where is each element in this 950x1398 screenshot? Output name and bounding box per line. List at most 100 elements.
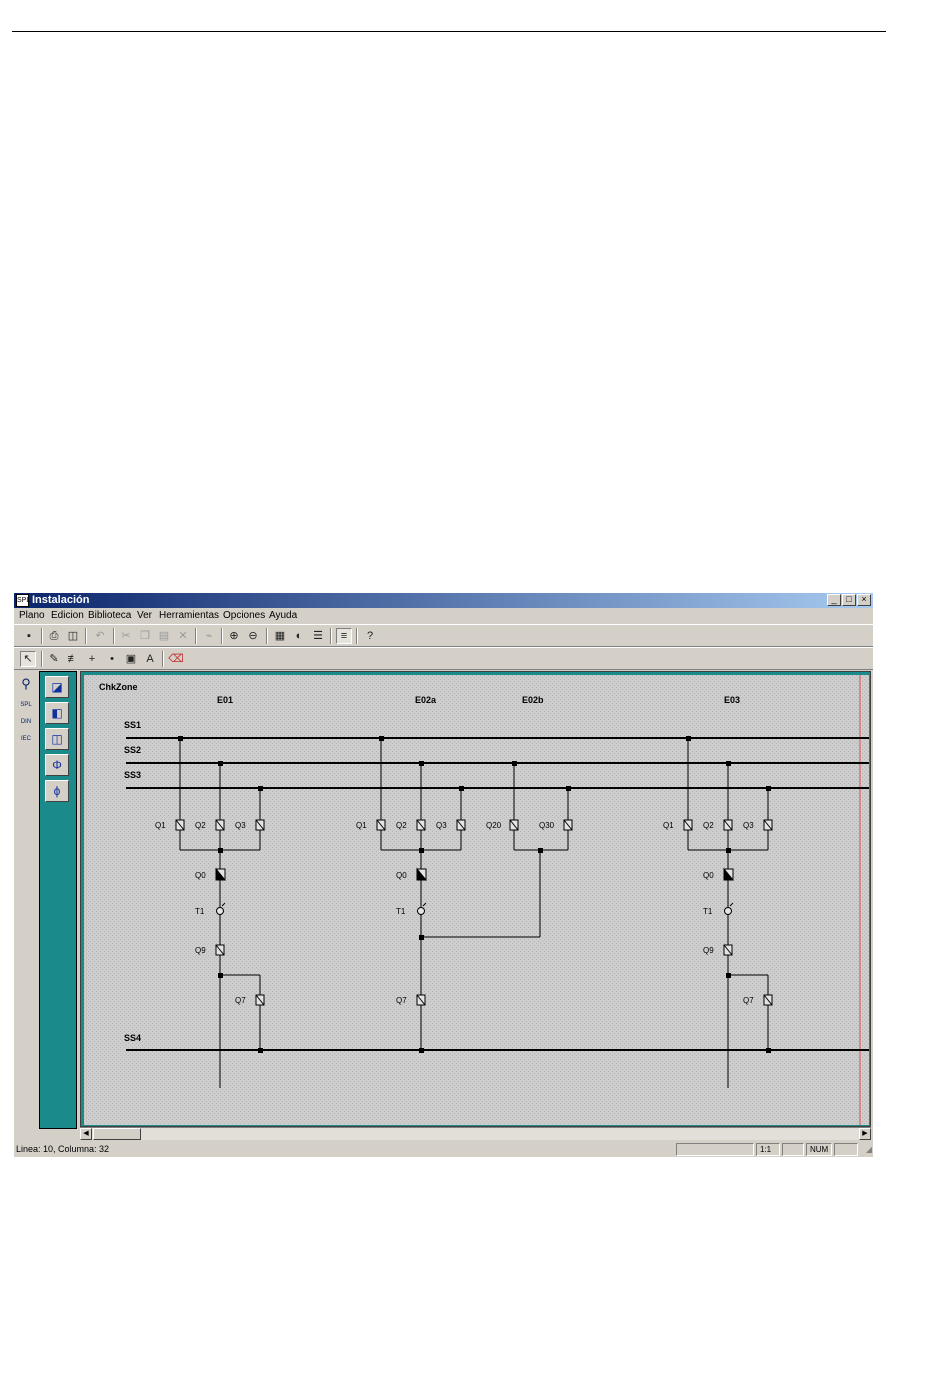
paste-icon[interactable]: ▤	[156, 628, 172, 644]
bay-tool-icon[interactable]: ◫	[45, 728, 69, 750]
left-tool-strip: ⚲ SPL DIN IEC	[14, 671, 38, 1127]
link-icon[interactable]: ⌁	[201, 628, 217, 644]
zoom-in-icon[interactable]: ⊕	[226, 628, 242, 644]
save-icon[interactable]: ▪	[21, 628, 37, 644]
node-icon[interactable]: •	[104, 651, 120, 667]
toolbar-separator	[356, 628, 358, 644]
label-e03-q7: Q7	[743, 996, 754, 1005]
horizontal-scrollbar[interactable]: ◀ ▶	[80, 1127, 871, 1140]
drawing-area-frame: ChkZone E01 E02a E02b E03 SS1 SS2 SS3 SS…	[80, 671, 871, 1127]
cut-icon[interactable]: ✂	[118, 628, 134, 644]
toolbar-separator	[221, 628, 223, 644]
toolbar-separator	[41, 651, 43, 667]
page-header-rule	[12, 31, 886, 32]
title-bar[interactable]: SPL Instalación _ □ ×	[14, 593, 873, 608]
disconnector-tool-icon[interactable]: ◧	[45, 702, 69, 724]
busbar-label-ss4: SS4	[124, 1033, 141, 1043]
scroll-thumb[interactable]	[93, 1128, 141, 1140]
menu-ayuda[interactable]: Ayuda	[269, 610, 297, 622]
cursor-position: Linea: 10, Columna: 32	[16, 1144, 110, 1154]
busbar-label-ss3: SS3	[124, 770, 141, 780]
ct-tool-icon[interactable]: ϕ	[45, 780, 69, 802]
drawing-canvas[interactable]: ChkZone E01 E02a E02b E03 SS1 SS2 SS3 SS…	[84, 675, 869, 1125]
label-e02a-t1: T1	[396, 907, 406, 916]
label-e01-q9: Q9	[195, 946, 206, 955]
toolbar-separator	[195, 628, 197, 644]
label-e03-t1: T1	[703, 907, 713, 916]
menu-herramientas[interactable]: Herramientas	[159, 610, 219, 622]
transformer-tool-icon[interactable]: Φ	[45, 754, 69, 776]
label-e02b-q20: Q20	[486, 821, 502, 830]
cross-icon[interactable]: +	[84, 651, 100, 667]
zoom-out-icon[interactable]: ⊖	[245, 628, 261, 644]
pointer-icon[interactable]: ↖	[20, 651, 36, 667]
layers-icon[interactable]: ☰	[310, 628, 326, 644]
standard-toolbar: ▪ ⎙ ◫ ↶ ✂ ❐ ▤ ✕ ⌁ ⊕ ⊖ ▦ ◐ ☰ ≡ ?	[14, 624, 873, 647]
menu-ver[interactable]: Ver	[137, 610, 152, 622]
label-e03-q0: Q0	[703, 871, 714, 880]
label-e01-q7: Q7	[235, 996, 246, 1005]
menu-biblioteca[interactable]: Biblioteca	[88, 610, 131, 622]
toolbar-separator	[162, 651, 164, 667]
properties-icon[interactable]: ≡	[336, 628, 352, 644]
text-icon[interactable]: A	[142, 651, 158, 667]
canvas-grid	[84, 675, 869, 1125]
din-icon[interactable]: DIN	[18, 714, 34, 730]
bay-label-e01: E01	[217, 695, 233, 705]
label-e02a-q7: Q7	[396, 996, 407, 1005]
zoom-level: 1:1	[756, 1143, 780, 1156]
label-e01-q3: Q3	[235, 821, 246, 830]
toolbar-separator	[330, 628, 332, 644]
label-e01-t1: T1	[195, 907, 205, 916]
delete-icon[interactable]: ✕	[175, 628, 191, 644]
iec-icon[interactable]: IEC	[18, 731, 34, 747]
label-e01-q1: Q1	[155, 821, 166, 830]
undo-icon[interactable]: ↶	[92, 628, 108, 644]
text-frame-icon[interactable]: ▣	[123, 651, 139, 667]
window-title: Instalación	[32, 594, 90, 606]
component-palette: ◪ ◧ ◫ Φ ϕ	[39, 671, 77, 1129]
print-icon[interactable]: ⎙	[46, 628, 62, 644]
toolbar-separator	[41, 628, 43, 644]
scroll-left-icon[interactable]: ◀	[80, 1128, 92, 1140]
status-pane-empty	[676, 1143, 754, 1156]
drawing-toolbar: ↖ ✎ ≢ + • ▣ A ⌫	[14, 647, 873, 670]
label-e01-q0: Q0	[195, 871, 206, 880]
print-preview-icon[interactable]: ◫	[65, 628, 81, 644]
menu-plano[interactable]: Plano	[19, 610, 45, 622]
minimize-button[interactable]: _	[827, 594, 841, 606]
scroll-right-icon[interactable]: ▶	[859, 1128, 871, 1140]
contrast-icon[interactable]: ◐	[291, 628, 307, 644]
maximize-button[interactable]: □	[842, 594, 856, 606]
help-icon[interactable]: ?	[362, 628, 378, 644]
eraser-icon[interactable]: ⌫	[168, 651, 184, 667]
spl-icon[interactable]: SPL	[18, 697, 34, 713]
breaker-tool-icon[interactable]: ◪	[45, 676, 69, 698]
zone-label: ChkZone	[99, 682, 138, 692]
label-e02a-q2: Q2	[396, 821, 407, 830]
pencil-icon[interactable]: ✎	[46, 651, 62, 667]
label-e02a-q1: Q1	[356, 821, 367, 830]
busbar-label-ss1: SS1	[124, 720, 141, 730]
calculator-icon[interactable]: ▦	[272, 628, 288, 644]
label-e03-q9: Q9	[703, 946, 714, 955]
toolbar-separator	[85, 628, 87, 644]
bay-label-e03: E03	[724, 695, 740, 705]
copy-icon[interactable]: ❐	[137, 628, 153, 644]
search-icon[interactable]: ⚲	[18, 676, 34, 692]
busbar-label-ss2: SS2	[124, 745, 141, 755]
toolbar-separator	[266, 628, 268, 644]
num-lock-indicator: NUM	[806, 1143, 832, 1156]
label-e02b-q30: Q30	[539, 821, 555, 830]
installation-window: SPL Instalación _ □ × Plano Edicion Bibl…	[14, 593, 873, 1157]
status-bar: Linea: 10, Columna: 32 1:1 NUM ◢	[14, 1142, 873, 1157]
label-e03-q2: Q2	[703, 821, 714, 830]
close-button[interactable]: ×	[857, 594, 871, 606]
label-e02a-q3: Q3	[436, 821, 447, 830]
resize-grip-icon[interactable]: ◢	[860, 1144, 872, 1156]
busbar-icon[interactable]: ≢	[65, 651, 81, 667]
menu-opciones[interactable]: Opciones	[223, 610, 265, 622]
menu-bar: Plano Edicion Biblioteca Ver Herramienta…	[14, 608, 873, 624]
menu-edicion[interactable]: Edicion	[51, 610, 84, 622]
status-pane-blank-2	[834, 1143, 858, 1156]
